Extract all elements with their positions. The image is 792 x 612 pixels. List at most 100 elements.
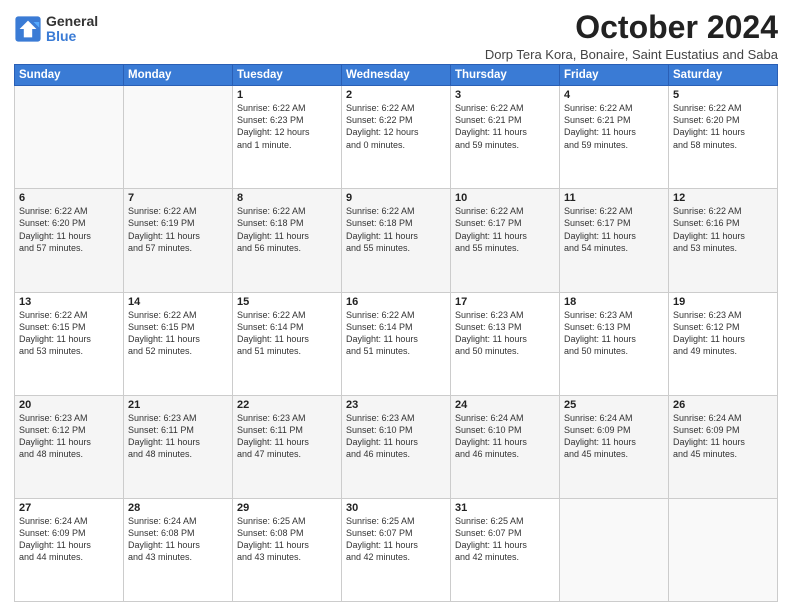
- day-cell: 11Sunrise: 6:22 AM Sunset: 6:17 PM Dayli…: [560, 189, 669, 292]
- day-cell: 22Sunrise: 6:23 AM Sunset: 6:11 PM Dayli…: [233, 395, 342, 498]
- day-info: Sunrise: 6:24 AM Sunset: 6:09 PM Dayligh…: [564, 412, 664, 461]
- col-saturday: Saturday: [669, 65, 778, 86]
- day-number: 23: [346, 399, 446, 411]
- day-number: 26: [673, 399, 773, 411]
- day-number: 2: [346, 89, 446, 101]
- day-number: 4: [564, 89, 664, 101]
- day-number: 21: [128, 399, 228, 411]
- day-info: Sunrise: 6:22 AM Sunset: 6:20 PM Dayligh…: [19, 205, 119, 254]
- day-cell: 4Sunrise: 6:22 AM Sunset: 6:21 PM Daylig…: [560, 86, 669, 189]
- day-cell: 14Sunrise: 6:22 AM Sunset: 6:15 PM Dayli…: [124, 292, 233, 395]
- day-info: Sunrise: 6:22 AM Sunset: 6:18 PM Dayligh…: [237, 205, 337, 254]
- day-info: Sunrise: 6:22 AM Sunset: 6:17 PM Dayligh…: [455, 205, 555, 254]
- day-cell: 29Sunrise: 6:25 AM Sunset: 6:08 PM Dayli…: [233, 498, 342, 601]
- calendar: Sunday Monday Tuesday Wednesday Thursday…: [14, 64, 778, 602]
- day-info: Sunrise: 6:22 AM Sunset: 6:16 PM Dayligh…: [673, 205, 773, 254]
- day-cell: 12Sunrise: 6:22 AM Sunset: 6:16 PM Dayli…: [669, 189, 778, 292]
- day-number: 11: [564, 192, 664, 204]
- day-info: Sunrise: 6:25 AM Sunset: 6:07 PM Dayligh…: [455, 515, 555, 564]
- day-number: 3: [455, 89, 555, 101]
- day-cell: 9Sunrise: 6:22 AM Sunset: 6:18 PM Daylig…: [342, 189, 451, 292]
- day-number: 29: [237, 502, 337, 514]
- col-thursday: Thursday: [451, 65, 560, 86]
- day-cell: 21Sunrise: 6:23 AM Sunset: 6:11 PM Dayli…: [124, 395, 233, 498]
- day-info: Sunrise: 6:22 AM Sunset: 6:19 PM Dayligh…: [128, 205, 228, 254]
- day-number: 25: [564, 399, 664, 411]
- day-info: Sunrise: 6:22 AM Sunset: 6:14 PM Dayligh…: [346, 309, 446, 358]
- day-number: 10: [455, 192, 555, 204]
- day-info: Sunrise: 6:24 AM Sunset: 6:08 PM Dayligh…: [128, 515, 228, 564]
- day-cell: 17Sunrise: 6:23 AM Sunset: 6:13 PM Dayli…: [451, 292, 560, 395]
- day-cell: 23Sunrise: 6:23 AM Sunset: 6:10 PM Dayli…: [342, 395, 451, 498]
- day-cell: 5Sunrise: 6:22 AM Sunset: 6:20 PM Daylig…: [669, 86, 778, 189]
- week-row-4: 27Sunrise: 6:24 AM Sunset: 6:09 PM Dayli…: [15, 498, 778, 601]
- col-friday: Friday: [560, 65, 669, 86]
- day-cell: 2Sunrise: 6:22 AM Sunset: 6:22 PM Daylig…: [342, 86, 451, 189]
- day-number: 27: [19, 502, 119, 514]
- day-cell: 1Sunrise: 6:22 AM Sunset: 6:23 PM Daylig…: [233, 86, 342, 189]
- day-info: Sunrise: 6:23 AM Sunset: 6:10 PM Dayligh…: [346, 412, 446, 461]
- header: General Blue October 2024 Dorp Tera Kora…: [14, 10, 778, 62]
- day-number: 6: [19, 192, 119, 204]
- day-cell: 27Sunrise: 6:24 AM Sunset: 6:09 PM Dayli…: [15, 498, 124, 601]
- logo-blue: Blue: [46, 29, 98, 44]
- day-number: 19: [673, 296, 773, 308]
- day-info: Sunrise: 6:23 AM Sunset: 6:12 PM Dayligh…: [19, 412, 119, 461]
- logo: General Blue: [14, 14, 98, 45]
- day-info: Sunrise: 6:25 AM Sunset: 6:08 PM Dayligh…: [237, 515, 337, 564]
- day-info: Sunrise: 6:23 AM Sunset: 6:11 PM Dayligh…: [128, 412, 228, 461]
- day-number: 15: [237, 296, 337, 308]
- day-info: Sunrise: 6:23 AM Sunset: 6:12 PM Dayligh…: [673, 309, 773, 358]
- day-cell: 28Sunrise: 6:24 AM Sunset: 6:08 PM Dayli…: [124, 498, 233, 601]
- week-row-3: 20Sunrise: 6:23 AM Sunset: 6:12 PM Dayli…: [15, 395, 778, 498]
- week-row-1: 6Sunrise: 6:22 AM Sunset: 6:20 PM Daylig…: [15, 189, 778, 292]
- day-cell: 24Sunrise: 6:24 AM Sunset: 6:10 PM Dayli…: [451, 395, 560, 498]
- day-cell: 30Sunrise: 6:25 AM Sunset: 6:07 PM Dayli…: [342, 498, 451, 601]
- day-info: Sunrise: 6:24 AM Sunset: 6:09 PM Dayligh…: [673, 412, 773, 461]
- day-number: 30: [346, 502, 446, 514]
- day-cell: 20Sunrise: 6:23 AM Sunset: 6:12 PM Dayli…: [15, 395, 124, 498]
- day-number: 16: [346, 296, 446, 308]
- day-info: Sunrise: 6:23 AM Sunset: 6:11 PM Dayligh…: [237, 412, 337, 461]
- day-info: Sunrise: 6:22 AM Sunset: 6:18 PM Dayligh…: [346, 205, 446, 254]
- day-cell: 7Sunrise: 6:22 AM Sunset: 6:19 PM Daylig…: [124, 189, 233, 292]
- day-number: 1: [237, 89, 337, 101]
- subtitle: Dorp Tera Kora, Bonaire, Saint Eustatius…: [485, 47, 778, 62]
- day-number: 7: [128, 192, 228, 204]
- day-cell: 31Sunrise: 6:25 AM Sunset: 6:07 PM Dayli…: [451, 498, 560, 601]
- week-row-2: 13Sunrise: 6:22 AM Sunset: 6:15 PM Dayli…: [15, 292, 778, 395]
- day-cell: 26Sunrise: 6:24 AM Sunset: 6:09 PM Dayli…: [669, 395, 778, 498]
- day-info: Sunrise: 6:22 AM Sunset: 6:21 PM Dayligh…: [564, 102, 664, 151]
- day-info: Sunrise: 6:25 AM Sunset: 6:07 PM Dayligh…: [346, 515, 446, 564]
- day-number: 13: [19, 296, 119, 308]
- day-cell: 6Sunrise: 6:22 AM Sunset: 6:20 PM Daylig…: [15, 189, 124, 292]
- day-info: Sunrise: 6:22 AM Sunset: 6:15 PM Dayligh…: [19, 309, 119, 358]
- day-info: Sunrise: 6:23 AM Sunset: 6:13 PM Dayligh…: [564, 309, 664, 358]
- col-monday: Monday: [124, 65, 233, 86]
- day-number: 24: [455, 399, 555, 411]
- day-info: Sunrise: 6:24 AM Sunset: 6:09 PM Dayligh…: [19, 515, 119, 564]
- page: General Blue October 2024 Dorp Tera Kora…: [0, 0, 792, 612]
- day-cell: 3Sunrise: 6:22 AM Sunset: 6:21 PM Daylig…: [451, 86, 560, 189]
- day-cell: 15Sunrise: 6:22 AM Sunset: 6:14 PM Dayli…: [233, 292, 342, 395]
- col-tuesday: Tuesday: [233, 65, 342, 86]
- logo-general: General: [46, 14, 98, 29]
- day-cell: 18Sunrise: 6:23 AM Sunset: 6:13 PM Dayli…: [560, 292, 669, 395]
- col-wednesday: Wednesday: [342, 65, 451, 86]
- day-number: 17: [455, 296, 555, 308]
- day-info: Sunrise: 6:24 AM Sunset: 6:10 PM Dayligh…: [455, 412, 555, 461]
- day-number: 5: [673, 89, 773, 101]
- day-cell: [560, 498, 669, 601]
- day-number: 22: [237, 399, 337, 411]
- day-number: 9: [346, 192, 446, 204]
- day-number: 14: [128, 296, 228, 308]
- day-cell: [15, 86, 124, 189]
- day-cell: 10Sunrise: 6:22 AM Sunset: 6:17 PM Dayli…: [451, 189, 560, 292]
- day-cell: 25Sunrise: 6:24 AM Sunset: 6:09 PM Dayli…: [560, 395, 669, 498]
- day-number: 20: [19, 399, 119, 411]
- day-info: Sunrise: 6:22 AM Sunset: 6:17 PM Dayligh…: [564, 205, 664, 254]
- day-number: 18: [564, 296, 664, 308]
- day-number: 31: [455, 502, 555, 514]
- week-row-0: 1Sunrise: 6:22 AM Sunset: 6:23 PM Daylig…: [15, 86, 778, 189]
- day-number: 12: [673, 192, 773, 204]
